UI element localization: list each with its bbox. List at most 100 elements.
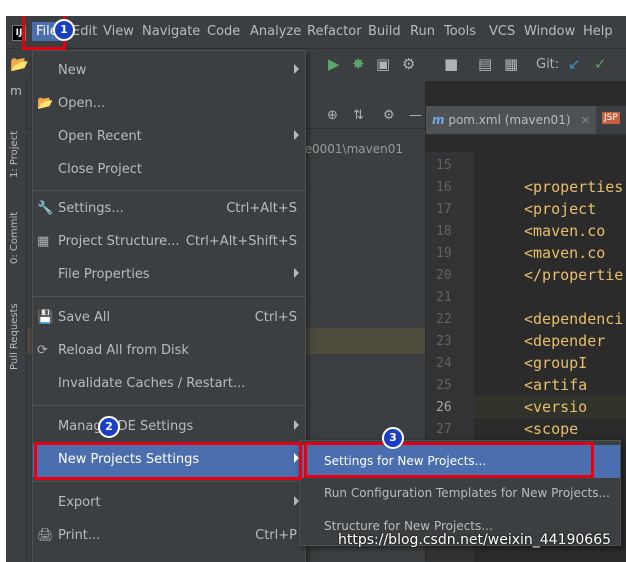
menu-item-settings[interactable]: 🔧 Settings... Ctrl+Alt+S [33, 193, 305, 226]
editor-tab-bar: m pom.xml (maven01) × JSP [426, 106, 626, 135]
code-line[interactable]: <properties [524, 178, 623, 196]
commit-tool-tab[interactable]: 0: Commit [9, 212, 20, 264]
menu-item-shortcut: Ctrl+P [255, 528, 297, 543]
step-badge-2: 2 [98, 416, 120, 438]
reload-icon: ⟳ [37, 343, 48, 358]
submenu-arrow-icon [294, 420, 299, 430]
line-number: 25 [436, 378, 452, 393]
line-number: 22 [436, 312, 452, 327]
menu-item-reload-all[interactable]: ⟳ Reload All from Disk [33, 335, 305, 368]
locate-icon[interactable]: ⊕ [327, 108, 338, 123]
menu-tools[interactable]: Tools [444, 24, 476, 39]
menu-item-label: Close Project [58, 162, 143, 177]
print-icon: 🖨 [37, 528, 54, 543]
menu-run[interactable]: Run [410, 24, 435, 39]
project-path: ce0001\maven01 [298, 142, 403, 156]
git-commit-icon[interactable]: ✓ [594, 55, 607, 73]
menu-separator [33, 296, 305, 297]
jsp-file-icon[interactable]: JSP [602, 112, 620, 124]
menu-separator [33, 405, 305, 406]
menu-item-export[interactable]: Export [33, 487, 305, 520]
annotation-box-settings-for-new-projects [304, 442, 594, 478]
open-folder-icon[interactable]: 📂 [10, 55, 29, 73]
pull-requests-tool-tab[interactable]: Pull Requests [9, 303, 20, 370]
gear-icon[interactable]: ⚙ [383, 108, 395, 123]
menu-build[interactable]: Build [368, 24, 401, 39]
git-update-icon[interactable]: ↙ [568, 55, 581, 73]
line-number: 24 [436, 356, 452, 371]
menu-item-file-properties[interactable]: File Properties [33, 259, 305, 292]
step-badge-1: 1 [53, 19, 75, 41]
tab-label: pom.xml (maven01) [448, 113, 571, 127]
code-line[interactable]: <scope [524, 420, 578, 438]
wrench-icon: 🔧 [37, 201, 54, 216]
menu-item-label: File Properties [58, 267, 150, 282]
debug-icon[interactable]: ✸ [352, 55, 365, 73]
line-number: 17 [436, 202, 452, 217]
menu-navigate[interactable]: Navigate [142, 24, 200, 39]
menu-item-label: Manage IDE Settings [58, 419, 194, 434]
code-line[interactable]: <maven.co [524, 222, 605, 240]
menu-item-project-structure[interactable]: ▦ Project Structure... Ctrl+Alt+Shift+S [33, 226, 305, 259]
submenu-arrow-icon [294, 268, 299, 278]
menu-analyze[interactable]: Analyze [250, 24, 301, 39]
project-tool-tab[interactable]: 1: Project [9, 131, 20, 178]
menu-item-save-all[interactable]: 💾 Save All Ctrl+S [33, 302, 305, 335]
submenu-item-label: Run Configuration Templates for New Proj… [324, 486, 610, 500]
menu-item-print[interactable]: 🖨 Print... Ctrl+P [33, 520, 305, 553]
menu-item-open-recent[interactable]: Open Recent [33, 121, 305, 154]
line-number: 20 [436, 268, 452, 283]
menu-help[interactable]: Help [583, 24, 613, 39]
menu-item-label: Invalidate Caches / Restart... [58, 376, 246, 391]
menu-item-label: Open Recent [58, 129, 142, 144]
menu-item-shortcut: Ctrl+Alt+Shift+S [185, 234, 297, 249]
code-line[interactable]: <maven.co [524, 244, 605, 262]
menu-vcs[interactable]: VCS [489, 24, 515, 39]
code-line[interactable]: <groupI [524, 354, 587, 372]
menu-code[interactable]: Code [207, 24, 240, 39]
code-line[interactable]: </propertie [524, 266, 623, 284]
step-badge-3: 3 [382, 427, 404, 449]
run-icon[interactable]: ▶ [328, 55, 340, 73]
coverage-icon[interactable]: ▣ [376, 55, 390, 73]
menu-edit[interactable]: Edit [72, 24, 97, 39]
code-line[interactable]: <versio [524, 398, 587, 416]
project-structure-icon[interactable]: ▦ [504, 55, 518, 73]
menu-separator [33, 481, 305, 482]
submenu-item-run-configuration-templates[interactable]: Run Configuration Templates for New Proj… [300, 477, 620, 510]
folder-icon: 📂 [37, 96, 54, 111]
menu-item-label: Project Structure... [58, 234, 180, 249]
submenu-item-label: Structure for New Projects... [324, 519, 493, 533]
menu-item-label: Settings... [58, 201, 124, 216]
line-number: 27 [436, 422, 452, 437]
menu-item-close-project[interactable]: Close Project [33, 154, 305, 187]
build-project-icon[interactable]: ▤ [478, 55, 492, 73]
code-line[interactable]: <dependenci [524, 310, 623, 328]
menu-item-manage-ide-settings[interactable]: Manage IDE Settings [33, 411, 305, 444]
profile-icon[interactable]: ⚙ [402, 55, 415, 73]
line-number: 19 [436, 246, 452, 261]
menu-item-invalidate-caches[interactable]: Invalidate Caches / Restart... [33, 368, 305, 401]
code-line[interactable]: <artifa [524, 376, 587, 394]
menu-item-label: Reload All from Disk [58, 343, 189, 358]
close-icon[interactable]: × [580, 113, 590, 127]
submenu-arrow-icon [294, 64, 299, 74]
file-menu-dropdown: New 📂 Open... Open Recent Close Project … [32, 50, 306, 562]
stop-icon[interactable]: ■ [444, 55, 458, 73]
menu-item-new[interactable]: New [33, 55, 305, 88]
minimize-icon[interactable]: — [409, 108, 422, 123]
menu-item-shortcut: Ctrl+Alt+S [226, 201, 297, 216]
line-number: 15 [436, 158, 452, 173]
menu-view[interactable]: View [103, 24, 134, 39]
code-line[interactable]: <depender [524, 332, 605, 350]
maven-icon: m [432, 113, 445, 127]
menu-refactor[interactable]: Refactor [307, 24, 362, 39]
tab-pom-xml[interactable]: m pom.xml (maven01) × [426, 106, 597, 134]
module-tab[interactable]: m [6, 80, 26, 102]
left-tool-strip: m 1: Project 0: Commit Pull Requests [6, 80, 27, 562]
menu-item-open[interactable]: 📂 Open... [33, 88, 305, 121]
menu-separator [33, 190, 305, 191]
menu-window[interactable]: Window [524, 24, 575, 39]
code-line[interactable]: <project [524, 200, 596, 218]
collapse-icon[interactable]: ⇅ [353, 108, 364, 123]
